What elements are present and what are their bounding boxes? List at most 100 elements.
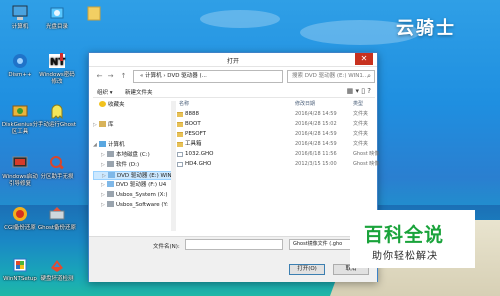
up-arrow-icon[interactable]: ↑ <box>119 72 128 81</box>
dvd-icon <box>107 181 114 187</box>
watermark-subtitle: 助你轻松解决 <box>372 251 438 262</box>
desktop-icon-partition[interactable]: 分区助手无损 <box>37 154 77 181</box>
desktop-icon-bootfix[interactable]: Windows启动引导修复 <box>0 154 40 188</box>
nav-item-label: 计算机 <box>108 142 125 148</box>
nav-item-label: DVD 驱动器 (E:) WIN <box>117 173 172 179</box>
nav-item-label: Usbos_System (X:) <box>116 192 168 198</box>
nav-item-label: DVD 驱动器 (F:) U4 <box>116 182 167 188</box>
file-row[interactable]: 8888 2016/4/28 14:59 文件夹 <box>177 110 375 119</box>
column-header-name[interactable]: 名称 <box>179 100 189 107</box>
dialog-footer: 文件名(N): Ghost镜像文件 (.gho 打开(O) 取消 <box>89 236 377 282</box>
baike-watermark: 百科全说 助你轻松解决 <box>350 210 475 268</box>
desktop-icon-ghost-backup[interactable]: Ghost备份还原 <box>37 205 77 232</box>
open-button[interactable]: 打开(O) <box>289 264 325 275</box>
nav-item-dvd-f[interactable]: ▷ DVD 驱动器 (F:) U4 <box>101 181 166 190</box>
partition-icon <box>48 154 66 172</box>
desktop-icon-computer[interactable]: 计算机 <box>0 4 40 31</box>
navigation-pane: 收藏夹 ▷ 库 ◢ 计算机 ▷ 本地磁盘 (C:) ▷ 软件 (D:) ▷ DVD 驱动器… <box>93 101 175 231</box>
nav-item-label: Usbos_Software (Y: <box>116 202 168 208</box>
dism-icon <box>11 52 29 70</box>
file-row[interactable]: BOOT 2016/4/28 15:02 文件夹 <box>177 120 375 129</box>
nav-item-computer[interactable]: ◢ 计算机 <box>93 141 125 150</box>
file-row[interactable]: PESOFT 2016/4/28 14:59 文件夹 <box>177 130 375 139</box>
forward-arrow-icon[interactable]: → <box>106 72 115 81</box>
file-row[interactable]: 工具箱 2016/4/28 14:59 文件夹 <box>177 140 375 149</box>
ghost-file-icon <box>177 152 183 157</box>
nav-item-dvd-e[interactable]: ▷ DVD 驱动器 (E:) WIN <box>93 171 175 180</box>
nav-item-label: 本地磁盘 (C:) <box>116 152 150 158</box>
organize-menu-button[interactable]: 组织 ▾ <box>97 88 113 96</box>
close-button[interactable]: ✕ <box>355 53 373 65</box>
file-name: 1032.GHO <box>185 151 214 157</box>
bootfix-icon <box>11 154 29 172</box>
file-date: 2012/3/15 15:00 <box>295 161 337 167</box>
address-bar: ← → ↑ « 计算机 › DVD 驱动器 (... 搜索 DVD 驱动器 (E… <box>93 70 375 83</box>
desktop-icon-label: WinNTSetup <box>3 276 37 282</box>
desktop-icon-ntpwedit[interactable]: NT Windows密码修改 <box>37 52 77 86</box>
nav-item-library[interactable]: ▷ 库 <box>93 121 114 130</box>
ghost-icon <box>48 102 66 120</box>
folder-icon <box>177 122 183 127</box>
dialog-title: 打开 <box>226 58 239 65</box>
filetype-value: Ghost镜像文件 (.gho <box>293 241 343 247</box>
drive-icon <box>107 191 114 197</box>
desktop-icon-label: 计算机 <box>11 24 29 30</box>
file-type: 文件夹 <box>353 111 369 117</box>
nav-item-drive-d[interactable]: ▷ 软件 (D:) <box>101 161 139 170</box>
watermark-title: 百科全说 <box>364 224 445 246</box>
computer-icon <box>11 4 29 22</box>
file-row[interactable]: HD4.GHO 2012/3/15 15:00 Ghost 映像 <box>177 160 379 169</box>
view-options-icon[interactable]: ▦ ▾ ▯ ? <box>347 87 371 95</box>
cloud <box>200 10 280 28</box>
desktop-icon-cd[interactable]: 光盘目录 <box>37 4 77 31</box>
file-row[interactable]: 1032.GHO 2016/6/18 11:56 Ghost 映像 <box>177 150 379 159</box>
drive-icon <box>107 201 114 207</box>
nav-item-drive-c[interactable]: ▷ 本地磁盘 (C:) <box>101 151 150 160</box>
search-input[interactable]: 搜索 DVD 驱动器 (E:) WIN1... ⌕ <box>287 70 375 83</box>
desktop-icon-folder[interactable] <box>74 4 114 24</box>
desktop-icon-disk-check[interactable]: 硬盘坏道检测 <box>37 256 77 283</box>
back-arrow-icon[interactable]: ← <box>95 72 104 81</box>
file-type: 文件夹 <box>353 121 369 127</box>
nav-scrollbar[interactable] <box>171 101 176 231</box>
folder-icon <box>177 132 183 137</box>
desktop-icon-ghost[interactable]: 手动运行Ghost <box>37 102 77 129</box>
nav-item-usbos-system[interactable]: ▷ Usbos_System (X:) <box>101 191 168 200</box>
column-header-date[interactable]: 修改日期 <box>295 100 315 107</box>
nav-item-label: 库 <box>108 122 114 128</box>
desktop-icon-label: Windows启动引导修复 <box>2 174 38 187</box>
file-date: 2016/4/28 14:59 <box>295 131 337 137</box>
desktop-icon-cgi[interactable]: CGI备份还原 <box>0 205 40 232</box>
disk-check-icon <box>48 256 66 274</box>
dvd-icon <box>108 172 115 178</box>
command-bar: 组织 ▾ 新建文件夹 ▦ ▾ ▯ ? <box>93 86 375 98</box>
desktop-icon-label: CGI备份还原 <box>4 225 36 231</box>
file-date: 2016/6/18 11:56 <box>295 151 337 157</box>
folder-icon <box>85 4 103 22</box>
desktop-icon-label: 光盘目录 <box>45 24 68 30</box>
breadcrumb[interactable]: « 计算机 › DVD 驱动器 (... <box>133 70 283 83</box>
desktop-icon-label: Ghost备份还原 <box>37 225 77 231</box>
file-type: Ghost 映像 <box>353 151 380 157</box>
nav-item-label: 收藏夹 <box>108 102 125 108</box>
desktop-icon-winntsetup[interactable]: WinNTSetup <box>0 256 40 283</box>
file-date: 2016/4/28 14:59 <box>295 141 337 147</box>
desktop-icon-dism[interactable]: Dism++ <box>0 52 40 79</box>
desktop-icon-diskgenius[interactable]: DiskGenius分区工具 <box>0 102 40 136</box>
file-date: 2016/4/28 15:02 <box>295 121 337 127</box>
new-folder-button[interactable]: 新建文件夹 <box>125 88 153 96</box>
column-header-type[interactable]: 类型 <box>353 100 363 107</box>
file-type: 文件夹 <box>353 141 369 147</box>
file-name: 工具箱 <box>185 141 202 147</box>
file-name: PESOFT <box>185 131 207 137</box>
nav-item-usbos-software[interactable]: ▷ Usbos_Software (Y: <box>101 201 168 210</box>
file-list: 名称 修改日期 类型 8888 2016/4/28 14:59 文件夹 BOOT… <box>177 100 379 233</box>
desktop: 云骑士 计算机 光盘目录 Dism++ NT Windows密码修改 DiskG… <box>0 0 500 296</box>
ntpwedit-icon: NT <box>48 52 66 70</box>
diskgenius-icon <box>11 102 29 120</box>
desktop-icon-label: DiskGenius分区工具 <box>1 122 39 135</box>
filename-input[interactable] <box>185 239 283 250</box>
open-file-dialog: 打开 ✕ ← → ↑ « 计算机 › DVD 驱动器 (... 搜索 DVD 驱… <box>88 52 379 282</box>
dialog-titlebar[interactable]: 打开 ✕ <box>89 53 377 67</box>
nav-item-favorites[interactable]: 收藏夹 <box>93 101 125 110</box>
